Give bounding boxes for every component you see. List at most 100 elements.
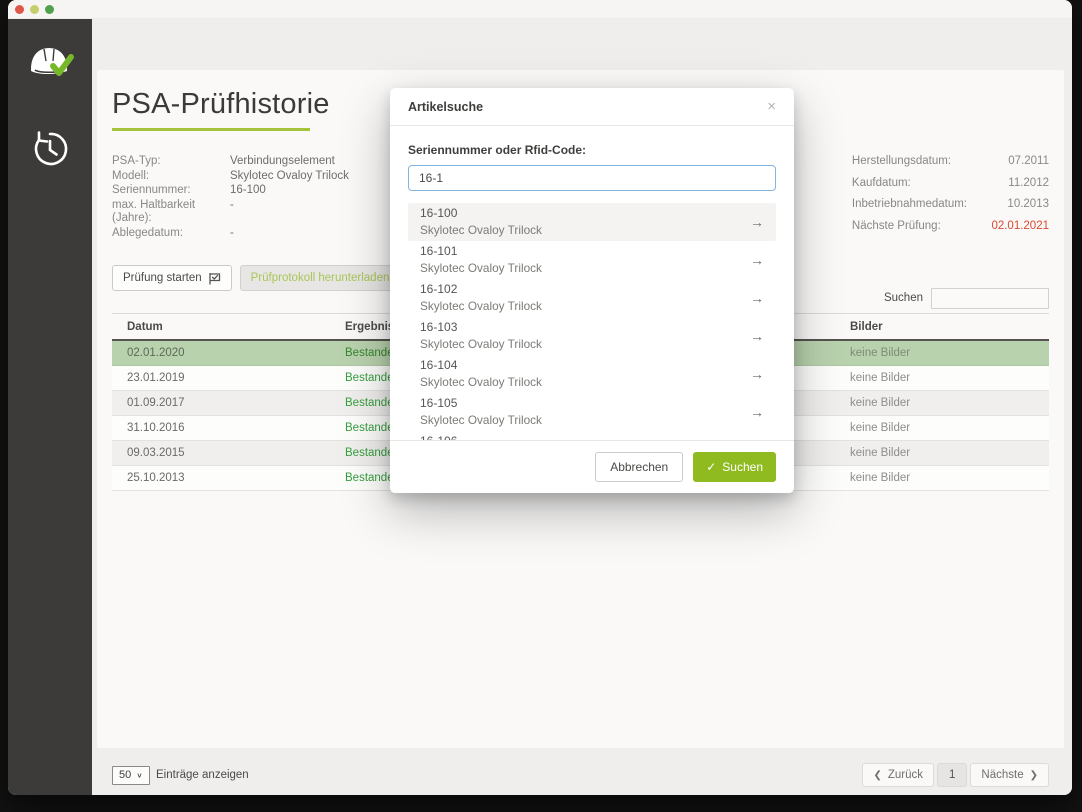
sidebar <box>8 19 92 795</box>
page-size-value: 50 <box>119 769 131 781</box>
pagination-prev-button[interactable]: ❮ Zurück <box>862 763 934 787</box>
start-inspection-button[interactable]: Prüfung starten <box>112 265 232 291</box>
pagination-next-button[interactable]: Nächste ❯ <box>970 763 1049 787</box>
pagination-page-number: 1 <box>949 769 955 781</box>
search-result-item[interactable]: 16-100 Skylotec Ovaloy Trilock → <box>408 203 776 241</box>
sidebar-item-home[interactable] <box>24 41 76 89</box>
info-label: Nächste Prüfung: <box>852 220 967 241</box>
info-label: Seriennummer: <box>112 184 230 198</box>
result-model-name: Skylotec Ovaloy Trilock <box>420 336 542 353</box>
info-label: Modell: <box>112 170 230 184</box>
equipment-info-left: PSA-Typ: Verbindungselement Modell: Skyl… <box>112 155 349 240</box>
zoom-traffic-light-icon[interactable] <box>45 5 54 14</box>
chevron-right-icon: ❯ <box>1030 770 1038 781</box>
info-label: Ablegedatum: <box>112 227 230 241</box>
cell-images: keine Bilder <box>835 397 1049 409</box>
article-search-dialog: Artikelsuche × Seriennummer oder Rfid-Co… <box>390 88 794 493</box>
entries-label: Einträge anzeigen <box>156 769 249 781</box>
pagination-page-button[interactable]: 1 <box>937 763 967 787</box>
close-icon[interactable]: × <box>767 101 776 113</box>
cell-images: keine Bilder <box>835 347 1049 359</box>
arrow-right-icon: → <box>750 290 764 306</box>
info-value: Verbindungselement <box>230 155 349 169</box>
table-footer: 50 ∨ Einträge anzeigen ❮ Zurück 1 Nächst… <box>97 755 1064 795</box>
check-icon: ✓ <box>706 460 716 474</box>
info-label: Herstellungsdatum: <box>852 155 967 176</box>
search-results-list: 16-100 Skylotec Ovaloy Trilock → 16-101 … <box>408 203 776 440</box>
result-serial-number: 16-102 <box>420 281 542 298</box>
check-flag-icon <box>208 272 221 285</box>
cell-date: 01.09.2017 <box>112 397 330 409</box>
info-value: - <box>230 227 349 241</box>
search-result-item[interactable]: 16-106 Skylotec Ovaloy Trilock → <box>408 431 776 440</box>
equipment-info-right: Herstellungsdatum: 07.2011 Kaufdatum: 11… <box>852 155 1049 240</box>
info-label: Kaufdatum: <box>852 177 967 198</box>
result-model-name: Skylotec Ovaloy Trilock <box>420 298 542 315</box>
info-label: PSA-Typ: <box>112 155 230 169</box>
helmet-check-icon <box>25 41 75 90</box>
info-label: Inbetriebnahmedatum: <box>852 198 967 219</box>
search-result-item[interactable]: 16-101 Skylotec Ovaloy Trilock → <box>408 241 776 279</box>
minimize-traffic-light-icon[interactable] <box>30 5 39 14</box>
cell-date: 23.01.2019 <box>112 372 330 384</box>
arrow-right-icon: → <box>750 366 764 382</box>
info-label: max. Haltbarkeit (Jahre): <box>112 199 230 226</box>
info-value: 10.2013 <box>987 198 1049 219</box>
dialog-title: Artikelsuche <box>408 100 483 114</box>
result-serial-number: 16-101 <box>420 243 542 260</box>
close-traffic-light-icon[interactable] <box>15 5 24 14</box>
result-model-name: Skylotec Ovaloy Trilock <box>420 412 542 429</box>
info-value: Skylotec Ovaloy Trilock <box>230 170 349 184</box>
pagination-prev-label: Zurück <box>888 769 923 781</box>
column-header-date[interactable]: Datum <box>112 314 330 339</box>
cell-date: 25.10.2013 <box>112 472 330 484</box>
cell-date: 02.01.2020 <box>112 347 330 359</box>
sidebar-item-history[interactable] <box>24 127 76 175</box>
cancel-button[interactable]: Abbrechen <box>595 452 683 482</box>
submit-search-label: Suchen <box>722 460 763 474</box>
titlebar <box>8 0 1072 19</box>
info-value: 16-100 <box>230 184 349 198</box>
column-header-images[interactable]: Bilder <box>835 314 1049 339</box>
result-serial-number: 16-106 <box>420 433 542 440</box>
cell-images: keine Bilder <box>835 422 1049 434</box>
result-model-name: Skylotec Ovaloy Trilock <box>420 374 542 391</box>
info-value: - <box>230 199 349 226</box>
search-result-item[interactable]: 16-102 Skylotec Ovaloy Trilock → <box>408 279 776 317</box>
serial-field-label: Seriennummer oder Rfid-Code: <box>408 143 776 157</box>
cell-date: 09.03.2015 <box>112 447 330 459</box>
pagination: ❮ Zurück 1 Nächste ❯ <box>862 763 1049 787</box>
page-size-select[interactable]: 50 ∨ <box>112 766 150 785</box>
history-icon <box>29 128 71 175</box>
result-serial-number: 16-103 <box>420 319 542 336</box>
arrow-right-icon: → <box>750 214 764 230</box>
info-value: 11.2012 <box>987 177 1049 198</box>
search-result-item[interactable]: 16-105 Skylotec Ovaloy Trilock → <box>408 393 776 431</box>
result-model-name: Skylotec Ovaloy Trilock <box>420 260 542 277</box>
cell-images: keine Bilder <box>835 372 1049 384</box>
cell-images: keine Bilder <box>835 472 1049 484</box>
submit-search-button[interactable]: ✓ Suchen <box>693 452 776 482</box>
arrow-right-icon: → <box>750 328 764 344</box>
result-serial-number: 16-105 <box>420 395 542 412</box>
pagination-next-label: Nächste <box>981 769 1023 781</box>
result-serial-number: 16-104 <box>420 357 542 374</box>
chevron-down-icon: ∨ <box>136 771 143 780</box>
serial-search-input[interactable] <box>408 165 776 191</box>
search-result-item[interactable]: 16-104 Skylotec Ovaloy Trilock → <box>408 355 776 393</box>
chevron-left-icon: ❮ <box>873 770 881 781</box>
title-underline <box>112 128 310 131</box>
download-report-label: Prüfprotokoll herunterladen <box>251 272 390 284</box>
arrow-right-icon: → <box>750 252 764 268</box>
result-model-name: Skylotec Ovaloy Trilock <box>420 222 542 239</box>
arrow-right-icon: → <box>750 404 764 420</box>
info-value: 02.01.2021 <box>987 220 1049 241</box>
cell-images: keine Bilder <box>835 447 1049 459</box>
start-inspection-label: Prüfung starten <box>123 272 202 284</box>
cell-date: 31.10.2016 <box>112 422 330 434</box>
search-input[interactable] <box>931 288 1049 309</box>
info-value: 07.2011 <box>987 155 1049 176</box>
search-label: Suchen <box>884 292 923 304</box>
result-serial-number: 16-100 <box>420 205 542 222</box>
search-result-item[interactable]: 16-103 Skylotec Ovaloy Trilock → <box>408 317 776 355</box>
